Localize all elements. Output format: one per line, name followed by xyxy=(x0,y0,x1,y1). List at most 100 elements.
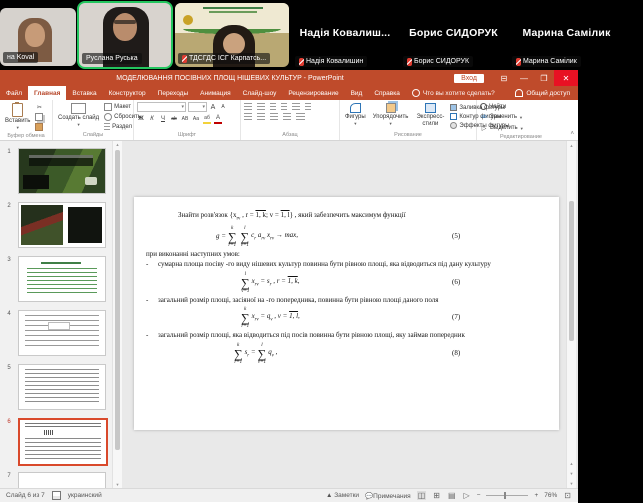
thumbnail-scrollbar[interactable]: ▲ ▼ xyxy=(112,141,122,488)
highlight-color-button[interactable]: аб xyxy=(203,114,211,124)
tab-view[interactable]: Вид xyxy=(345,86,369,100)
tab-insert[interactable]: Вставка xyxy=(66,86,102,100)
tab-home[interactable]: Главная xyxy=(28,86,66,100)
new-slide-button[interactable]: Создать слайд ▼ xyxy=(56,102,101,128)
tab-review[interactable]: Рецензирование xyxy=(282,86,344,100)
tell-me-box[interactable]: Что вы хотите сделать? xyxy=(406,86,501,100)
scrollbar-thumb[interactable] xyxy=(569,201,574,341)
zoom-in-button[interactable]: + xyxy=(534,492,538,499)
tab-transitions[interactable]: Переходы xyxy=(152,86,195,100)
participant-video-tdsgds[interactable]: ТДСГДС ІСГ Карпатсь... xyxy=(175,3,289,67)
font-color-button[interactable]: А xyxy=(214,114,222,124)
font-name-combo[interactable]: ▾ xyxy=(137,102,186,112)
slide-thumbnail-panel: 1 2 3 xyxy=(0,141,112,488)
formula-body: qv , xyxy=(268,348,277,360)
spellcheck-icon[interactable] xyxy=(52,491,61,500)
text-direction-icon[interactable] xyxy=(305,103,311,110)
zoom-slider[interactable] xyxy=(486,495,528,496)
participant-video-sydoruk[interactable]: Борис СИДОРУК Борис СИДОРУК xyxy=(400,0,507,70)
ribbon-display-options-icon[interactable]: ⊟ xyxy=(494,70,514,86)
scroll-down-icon[interactable]: ▼ xyxy=(567,481,576,486)
zoom-level[interactable]: 76% xyxy=(544,492,557,499)
notes-button[interactable]: ▲ Заметки xyxy=(326,492,359,499)
grow-font-icon[interactable]: А xyxy=(209,103,217,111)
slide-thumbnail-1[interactable]: 1 xyxy=(0,148,106,194)
language-indicator[interactable]: украинский xyxy=(68,492,102,499)
tab-animations[interactable]: Анимация xyxy=(194,86,237,100)
zoom-out-button[interactable]: − xyxy=(477,492,481,499)
restore-button[interactable]: ❐ xyxy=(534,70,554,86)
tab-design[interactable]: Конструктор xyxy=(103,86,152,100)
slide-thumbnail-5[interactable]: 5 xyxy=(0,364,106,410)
numbering-icon[interactable] xyxy=(257,103,265,110)
share-button[interactable]: Общий доступ xyxy=(507,86,578,100)
slide-thumbnail-7[interactable]: 7 xyxy=(0,472,106,488)
replace-button[interactable]: ab Заменить ▼ xyxy=(480,113,524,121)
paste-button[interactable]: Вставить ▼ xyxy=(3,102,32,131)
find-button[interactable]: Найти xyxy=(480,103,524,110)
collapse-ribbon-icon[interactable]: ˄ xyxy=(570,131,574,137)
slides-group: Создать слайд ▼ Макет Сбросить xyxy=(53,100,134,140)
shapes-icon xyxy=(350,103,361,113)
comments-button[interactable]: 💬Примечания xyxy=(365,492,411,500)
align-left-icon[interactable] xyxy=(244,113,252,120)
scrollbar-thumb[interactable] xyxy=(115,150,120,450)
decrease-indent-icon[interactable] xyxy=(270,103,276,110)
scroll-up-icon[interactable]: ▲ xyxy=(567,143,576,148)
tab-help[interactable]: Справка xyxy=(368,86,406,100)
shrink-font-icon[interactable]: А xyxy=(219,103,227,111)
underline-button[interactable]: Ч xyxy=(159,115,167,123)
participant-video-ruska-active-speaker[interactable]: Руслана Руська xyxy=(79,3,171,67)
zoom-slider-thumb[interactable] xyxy=(504,492,506,499)
increase-indent-icon[interactable] xyxy=(281,103,287,110)
tab-file[interactable]: Файл xyxy=(0,86,28,100)
scroll-down-icon[interactable]: ▼ xyxy=(113,482,122,487)
workspace: 1 2 3 xyxy=(0,141,578,488)
align-center-icon[interactable] xyxy=(257,113,265,120)
align-right-icon[interactable] xyxy=(270,113,278,120)
slide-sorter-view-button[interactable]: ⊞ xyxy=(432,491,441,500)
next-slide-icon[interactable]: ▼ xyxy=(567,471,576,476)
fit-to-window-icon[interactable]: ⊡ xyxy=(563,491,572,500)
participant-name-label: на Koval xyxy=(3,52,38,63)
minimize-button[interactable]: — xyxy=(514,70,534,86)
italic-button[interactable]: К xyxy=(148,115,156,123)
slide-thumbnail-2[interactable]: 2 xyxy=(0,202,106,248)
slideshow-view-button[interactable]: ▷ xyxy=(463,491,471,500)
select-label: Выделить xyxy=(490,125,518,131)
sign-in-button[interactable]: Вход xyxy=(454,74,484,83)
copy-icon[interactable] xyxy=(35,113,43,121)
select-button[interactable]: ▷ Выделить ▼ xyxy=(480,124,524,132)
font-size-combo[interactable]: ▾ xyxy=(188,102,207,112)
previous-slide-icon[interactable]: ▲ xyxy=(567,461,576,466)
strikethrough-button[interactable]: ab xyxy=(170,115,178,123)
shapes-label: Фигуры xyxy=(345,114,366,120)
change-case-button[interactable]: Аа xyxy=(192,115,200,123)
shapes-button[interactable]: Фигуры ▼ xyxy=(343,102,368,127)
cut-icon[interactable]: ✂ xyxy=(35,103,43,111)
bold-button[interactable]: Ж xyxy=(137,115,145,123)
participant-video-koval[interactable]: на Koval xyxy=(0,8,76,66)
participant-video-samilyk[interactable]: Марина Самілик Марина Самілик xyxy=(509,0,624,70)
columns-icon[interactable] xyxy=(296,113,305,120)
justify-icon[interactable] xyxy=(283,113,291,120)
participant-name-label: Надія Ковалишин xyxy=(295,56,367,67)
slide-thumbnail-6-current[interactable]: 6 xyxy=(0,418,108,466)
format-painter-icon[interactable] xyxy=(35,123,43,131)
participant-video-kovalyshyn[interactable]: Надія Ковалиш... Надія Ковалишин xyxy=(292,0,398,70)
reading-view-button[interactable]: ▤ xyxy=(447,491,457,500)
tab-slideshow[interactable]: Слайд-шоу xyxy=(237,86,283,100)
character-spacing-button[interactable]: АВ xyxy=(181,115,189,123)
bullet-line: - сумарна площа посіву -го виду нішевих … xyxy=(146,260,547,269)
scroll-up-icon[interactable]: ▲ xyxy=(113,142,122,147)
arrange-button[interactable]: Упорядочить ▼ xyxy=(371,102,411,127)
quick-styles-button[interactable]: Экспресс-стили xyxy=(413,102,447,128)
slide-thumbnail-4[interactable]: 4 xyxy=(0,310,106,356)
slide-thumbnail-3[interactable]: 3 xyxy=(0,256,106,302)
bullets-icon[interactable] xyxy=(244,103,252,110)
close-button[interactable]: ✕ xyxy=(554,70,578,86)
normal-view-button[interactable]: ◫ xyxy=(417,491,427,500)
line-spacing-icon[interactable] xyxy=(292,103,300,110)
editing-scrollbar[interactable]: ▲ ▲ ▼ ▼ xyxy=(566,141,576,488)
participant-name-label: ТДСГДС ІСГ Карпатсь... xyxy=(178,53,270,64)
